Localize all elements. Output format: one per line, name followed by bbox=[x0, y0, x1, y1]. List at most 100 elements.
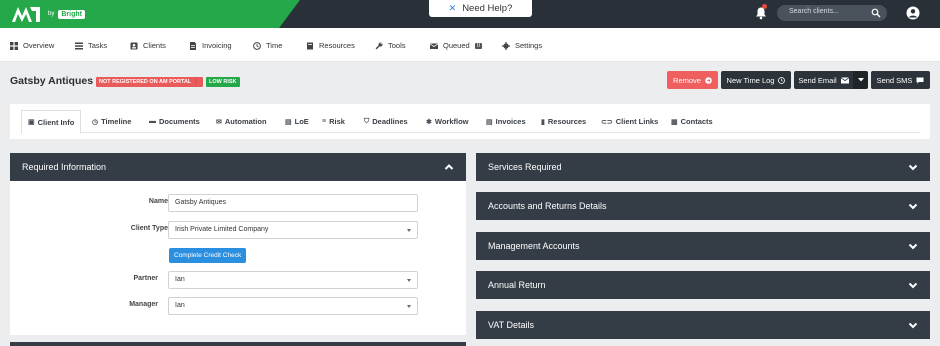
tab-automation[interactable]: ✉ Automation bbox=[216, 110, 267, 133]
tab-resources-label: Resources bbox=[547, 117, 587, 126]
manager-select[interactable]: Ian bbox=[168, 297, 418, 315]
id-card-icon: ▣ bbox=[28, 119, 35, 126]
logo-mark-icon bbox=[12, 7, 40, 22]
nav-invoicing-label: Invoicing bbox=[202, 41, 232, 50]
link-icon: ⊂⊃ bbox=[601, 118, 613, 126]
tab-client-links[interactable]: ⊂⊃ Client Links bbox=[601, 110, 658, 133]
grid-icon bbox=[10, 41, 18, 50]
required-information-header[interactable]: Required Information bbox=[10, 153, 466, 181]
chevron-down-icon[interactable] bbox=[908, 280, 918, 290]
chevron-down-icon[interactable] bbox=[908, 201, 918, 211]
tab-loe[interactable]: ▤ LoE bbox=[285, 110, 309, 133]
client-type-label: Client Type bbox=[130, 225, 168, 232]
nav-time[interactable]: Time bbox=[253, 40, 282, 51]
list-icon: ≡ bbox=[322, 118, 327, 125]
logo-by-text: by bbox=[48, 11, 55, 17]
nav-clients[interactable]: Clients bbox=[130, 40, 166, 51]
send-sms-button[interactable]: Send SMS bbox=[871, 71, 930, 89]
remove-label: Remove bbox=[673, 75, 701, 85]
tabs-strip: ▣ Client Info ◷ Timeline ▬ Documents ✉ A… bbox=[21, 110, 920, 134]
name-field[interactable]: Gatsby Antiques bbox=[168, 194, 418, 212]
bookmark-icon: ▮ bbox=[541, 118, 545, 126]
nav-clients-label: Clients bbox=[143, 41, 166, 50]
nav-queued[interactable]: Queued 0 bbox=[430, 40, 483, 51]
search-icon[interactable] bbox=[871, 8, 881, 18]
tab-workflow[interactable]: ✱ Workflow bbox=[426, 110, 469, 133]
complete-credit-check-button[interactable]: Complete Credit Check bbox=[169, 248, 247, 263]
invoice-icon bbox=[190, 41, 196, 50]
need-help-label: Need Help? bbox=[462, 3, 513, 14]
chevron-down-icon[interactable] bbox=[908, 162, 918, 172]
tab-contacts-label: Contacts bbox=[680, 117, 713, 126]
send-email-button[interactable]: Send Email bbox=[794, 71, 853, 89]
annual-return-panel[interactable]: Annual Return bbox=[476, 271, 930, 299]
tab-risk[interactable]: ≡ Risk bbox=[322, 110, 345, 133]
chevron-up-icon[interactable] bbox=[444, 162, 454, 172]
envelope-icon bbox=[840, 76, 849, 83]
clock-icon bbox=[778, 76, 786, 84]
file-icon: ▤ bbox=[285, 118, 292, 126]
tab-timeline[interactable]: ◷ Timeline bbox=[92, 110, 131, 133]
accounts-returns-panel[interactable]: Accounts and Returns Details bbox=[476, 192, 930, 220]
send-email-label: Send Email bbox=[798, 75, 837, 85]
gear-icon bbox=[502, 41, 510, 50]
list-icon bbox=[75, 42, 83, 49]
tab-resources[interactable]: ▮ Resources bbox=[541, 110, 586, 133]
portal-status-badge: NOT REGISTERED ON AM PORTAL ❗ bbox=[96, 77, 203, 87]
folder-icon: ▬ bbox=[149, 118, 156, 125]
wrench-icon bbox=[375, 41, 383, 49]
need-help-button[interactable]: ✕ Need Help? bbox=[429, 0, 532, 17]
nav-invoicing[interactable]: Invoicing bbox=[189, 40, 232, 51]
client-type-value: Irish Private Limited Company bbox=[175, 226, 269, 233]
risk-badge: LOW RISK bbox=[206, 77, 240, 87]
tab-deadlines[interactable]: ⛉ Deadlines bbox=[364, 110, 408, 133]
nav-overview-label: Overview bbox=[23, 41, 55, 50]
search-clients-input[interactable]: Search clients... bbox=[777, 5, 887, 21]
tab-client-info-label: Client Info bbox=[37, 117, 75, 127]
vat-details-panel[interactable]: VAT Details bbox=[476, 311, 930, 339]
envelope-icon: ✉ bbox=[216, 118, 222, 126]
partner-label: Partner bbox=[133, 275, 158, 282]
arrow-circle-icon bbox=[705, 76, 712, 84]
tab-client-info[interactable]: ▣ Client Info bbox=[21, 110, 82, 134]
client-name-title: Gatsby Antiques bbox=[10, 75, 94, 87]
nav-settings[interactable]: Settings bbox=[502, 40, 542, 51]
annual-return-title: Annual Return bbox=[488, 280, 546, 290]
nav-tools[interactable]: Tools bbox=[375, 40, 406, 51]
tab-client-links-label: Client Links bbox=[615, 117, 659, 126]
vat-details-title: VAT Details bbox=[488, 320, 535, 330]
tab-documents[interactable]: ▬ Documents bbox=[149, 110, 200, 133]
management-accounts-title: Management Accounts bbox=[488, 241, 580, 251]
tab-automation-label: Automation bbox=[224, 117, 267, 126]
nav-time-label: Time bbox=[266, 41, 283, 50]
logo[interactable]: by Bright bbox=[10, 4, 85, 24]
send-email-dropdown[interactable] bbox=[853, 71, 868, 89]
send-sms-label: Send SMS bbox=[876, 75, 913, 85]
tab-invoices[interactable]: ▤ Invoices bbox=[486, 110, 526, 133]
management-accounts-panel[interactable]: Management Accounts bbox=[476, 232, 930, 260]
chevron-down-icon[interactable] bbox=[908, 320, 918, 330]
clients-icon bbox=[130, 42, 138, 49]
nav-resources[interactable]: Resources bbox=[306, 40, 355, 51]
caret-down-icon bbox=[407, 279, 411, 282]
nav-settings-label: Settings bbox=[515, 41, 543, 50]
client-type-select[interactable]: Irish Private Limited Company bbox=[168, 221, 418, 239]
partner-select[interactable]: Ian bbox=[168, 271, 418, 289]
tab-contacts[interactable]: ▦ Contacts bbox=[671, 110, 713, 133]
chevron-down-icon[interactable] bbox=[908, 241, 918, 251]
user-avatar-icon[interactable] bbox=[906, 6, 920, 20]
manager-label: Manager bbox=[129, 301, 158, 308]
mail-icon bbox=[430, 42, 438, 49]
new-time-log-button[interactable]: New Time Log bbox=[721, 71, 791, 89]
main-nav: Overview Tasks Clients Invoicing Time Re… bbox=[0, 28, 940, 62]
nav-overview[interactable]: Overview bbox=[10, 40, 54, 51]
tab-workflow-label: Workflow bbox=[434, 117, 469, 126]
brand-area: by Bright bbox=[0, 0, 300, 28]
nav-tasks[interactable]: Tasks bbox=[75, 40, 107, 51]
remove-button[interactable]: Remove bbox=[667, 71, 718, 89]
info-icon: ❗ bbox=[192, 79, 200, 85]
gear-icon: ✱ bbox=[426, 118, 432, 126]
time-log-label: New Time Log bbox=[726, 75, 775, 85]
accounts-returns-title: Accounts and Returns Details bbox=[488, 201, 607, 211]
services-required-panel[interactable]: Services Required bbox=[476, 153, 930, 181]
